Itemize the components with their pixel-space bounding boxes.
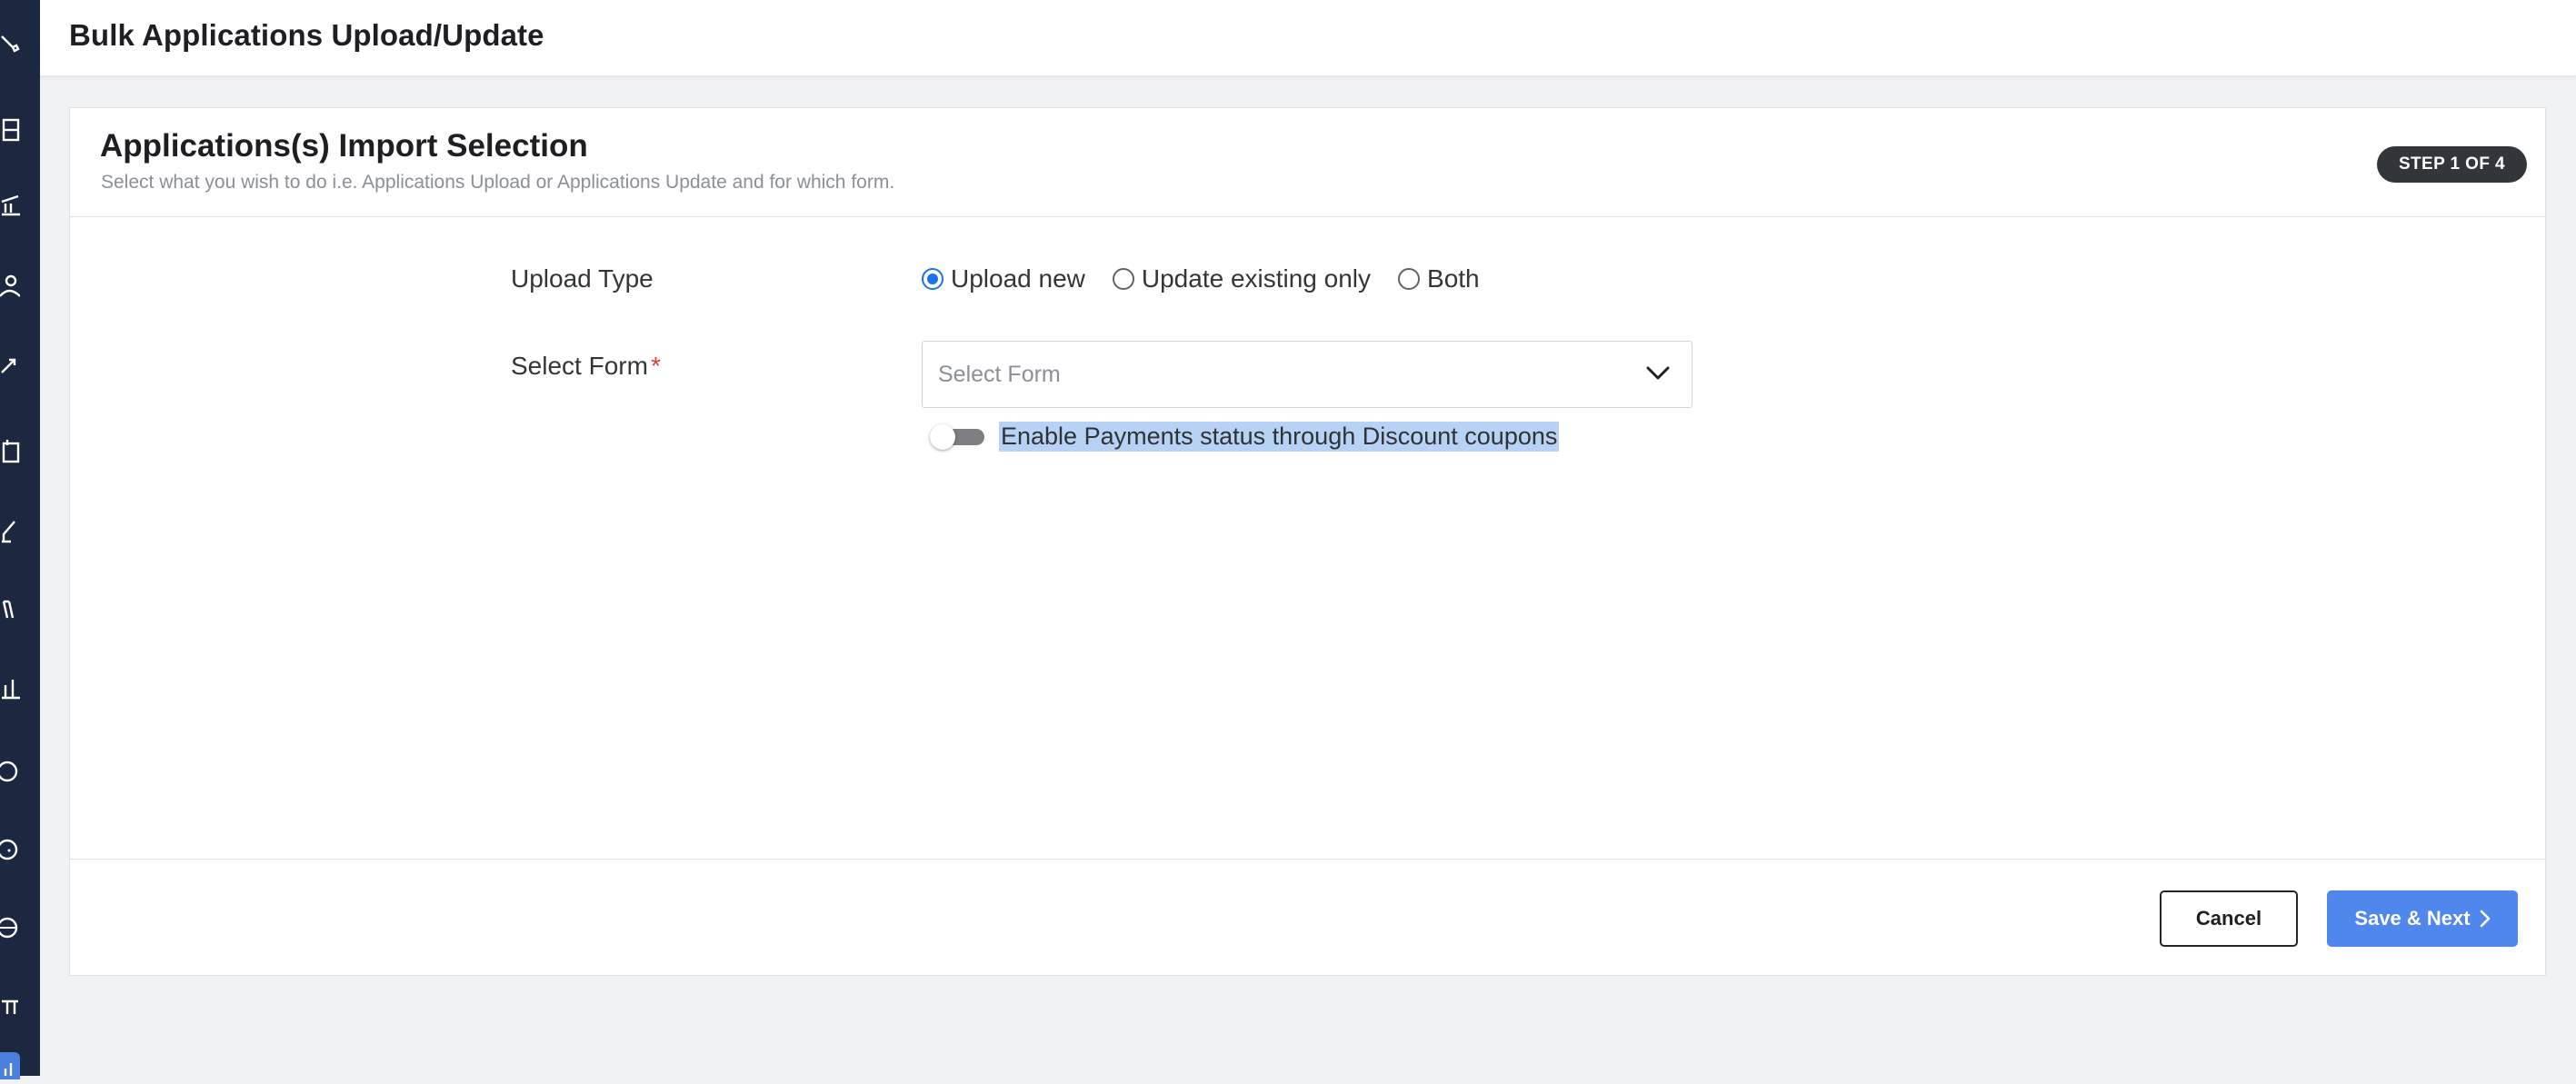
clock-icon[interactable] — [0, 758, 20, 785]
upload-type-radio-group: Upload new Update existing only Both — [922, 264, 1507, 293]
radio-both-label: Both — [1427, 264, 1480, 293]
card-header: Applications(s) Import Selection Select … — [70, 108, 2545, 217]
toggle-knob — [930, 424, 955, 450]
select-form-dropdown[interactable]: Select Form — [922, 341, 1692, 408]
book-icon[interactable] — [0, 596, 20, 623]
layout-icon[interactable] — [0, 116, 20, 144]
wrench-icon[interactable] — [0, 29, 20, 56]
save-next-label: Save & Next — [2354, 907, 2471, 930]
chevron-right-icon — [2480, 910, 2491, 928]
table-icon[interactable] — [0, 992, 20, 1019]
bank-icon[interactable] — [0, 193, 20, 220]
chart-icon[interactable] — [0, 674, 20, 701]
help-icon[interactable] — [0, 836, 20, 863]
select-form-label: Select Form * — [511, 352, 661, 381]
card-title: Applications(s) Import Selection — [100, 128, 588, 164]
radio-both[interactable]: Both — [1398, 264, 1480, 293]
save-next-button[interactable]: Save & Next — [2327, 890, 2518, 947]
user-icon[interactable] — [0, 273, 20, 300]
radio-upload-new[interactable]: Upload new — [922, 264, 1085, 293]
globe-icon[interactable] — [0, 914, 20, 941]
card-subtitle: Select what you wish to do i.e. Applicat… — [101, 172, 895, 193]
trend-icon[interactable] — [0, 353, 20, 380]
radio-update-existing-circle[interactable] — [1112, 268, 1134, 290]
radio-both-circle[interactable] — [1398, 268, 1421, 290]
upload-type-label: Upload Type — [511, 264, 654, 293]
discount-coupons-toggle-label: Enable Payments status through Discount … — [999, 421, 1560, 452]
step-badge: STEP 1 OF 4 — [2376, 146, 2527, 183]
card-footer: Cancel Save & Next — [70, 859, 2545, 977]
radio-upload-new-circle[interactable] — [922, 268, 944, 290]
page-header: Bulk Applications Upload/Update — [40, 0, 2576, 76]
select-form-label-text: Select Form — [511, 352, 648, 380]
radio-update-existing[interactable]: Update existing only — [1112, 264, 1372, 293]
cancel-button[interactable]: Cancel — [2160, 890, 2298, 947]
select-form-placeholder: Select Form — [938, 362, 1061, 387]
required-star: * — [650, 352, 661, 380]
calendar-icon[interactable] — [0, 438, 20, 465]
page-title: Bulk Applications Upload/Update — [69, 18, 544, 52]
discount-coupons-toggle[interactable] — [930, 421, 984, 452]
sidebar — [0, 0, 40, 1079]
chevron-down-icon — [1646, 365, 1670, 386]
discount-coupons-toggle-row: Enable Payments status through Discount … — [930, 421, 1560, 452]
radio-update-existing-label: Update existing only — [1141, 264, 1372, 293]
import-selection-card: Applications(s) Import Selection Select … — [69, 107, 2546, 976]
radio-upload-new-label: Upload new — [951, 264, 1085, 293]
pen-icon[interactable] — [0, 518, 20, 545]
